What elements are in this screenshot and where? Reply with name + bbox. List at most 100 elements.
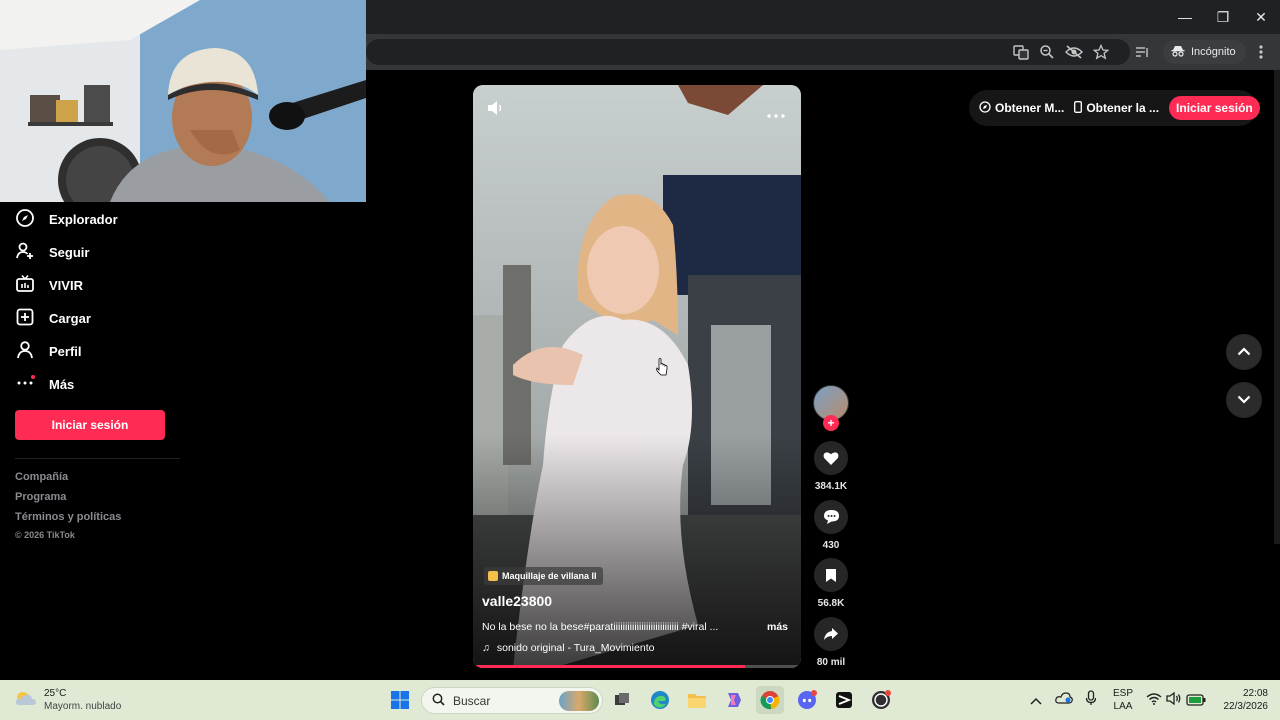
comment-icon[interactable]: [814, 500, 848, 534]
edge-icon[interactable]: [646, 686, 674, 714]
video-sound[interactable]: ♫ sonido original - Tura_Movimiento: [482, 642, 654, 654]
like-action[interactable]: 384.1K: [813, 441, 849, 492]
footer-link-company[interactable]: Compañía: [15, 471, 68, 483]
taskbar-search[interactable]: Buscar: [421, 687, 603, 714]
next-video-button[interactable]: [1226, 382, 1262, 418]
video-progress-track[interactable]: [473, 665, 801, 668]
sidebar-item-label: Más: [49, 377, 75, 392]
chrome-icon[interactable]: [756, 686, 784, 714]
battery-icon[interactable]: [1186, 693, 1206, 711]
get-mobile-button[interactable]: Obtener la ...: [1074, 100, 1160, 116]
copilot-icon[interactable]: [720, 686, 748, 714]
translate-icon[interactable]: [1010, 41, 1032, 63]
sidebar-item-cargar[interactable]: Cargar: [15, 307, 91, 330]
video-more-icon[interactable]: [767, 105, 785, 123]
footer-link-program[interactable]: Programa: [15, 491, 66, 503]
get-mobile-label: Obtener la ...: [1086, 101, 1160, 115]
close-window-icon[interactable]: ✕: [1242, 0, 1280, 34]
bookmark-icon[interactable]: [814, 558, 848, 592]
footer-link-terms[interactable]: Términos y políticas: [15, 511, 121, 523]
incognito-indicator[interactable]: Incógnito: [1163, 40, 1246, 64]
live-tv-icon: [15, 274, 35, 297]
heart-icon[interactable]: [814, 441, 848, 475]
restore-icon[interactable]: ❐: [1204, 0, 1242, 34]
mouse-cursor-icon: [656, 358, 668, 381]
microphone-icon[interactable]: [1085, 690, 1097, 711]
follow-user-icon: [15, 241, 35, 264]
wifi-icon[interactable]: [1146, 692, 1162, 710]
video-username[interactable]: valle23800: [482, 593, 552, 609]
sidebar-item-mas[interactable]: Más: [15, 373, 74, 396]
profile-icon: [15, 340, 35, 363]
sidebar-divider: [15, 458, 180, 459]
effect-icon: [488, 571, 498, 581]
music-note-icon: ♫: [482, 642, 490, 654]
compass-icon: [15, 208, 35, 231]
file-explorer-icon[interactable]: [683, 686, 711, 714]
incognito-icon: [1171, 45, 1185, 60]
task-view-icon[interactable]: [608, 686, 636, 714]
get-app-label: Obtener M...: [995, 101, 1065, 115]
minimize-icon[interactable]: —: [1166, 0, 1204, 34]
weather-desc: Mayorm. nublado: [44, 701, 122, 712]
caption-more-link[interactable]: más: [767, 621, 788, 633]
volume-icon[interactable]: [487, 100, 505, 121]
share-count: 80 mil: [816, 657, 846, 668]
cloud-icon: [14, 689, 38, 712]
previous-video-button[interactable]: [1226, 334, 1262, 370]
share-action[interactable]: 80 mil: [813, 617, 849, 668]
weather-temp: 25°C: [44, 688, 67, 699]
get-app-button[interactable]: Obtener M...: [979, 100, 1065, 116]
language-indicator[interactable]: ESP LAA: [1107, 687, 1139, 713]
top-action-bar: Obtener M... Obtener la ... Iniciar sesi…: [969, 90, 1260, 126]
search-icon: [432, 693, 445, 709]
like-count: 384.1K: [814, 481, 848, 492]
topbar-signin-button[interactable]: Iniciar sesión: [1169, 96, 1260, 120]
save-action[interactable]: 56.8K: [813, 558, 849, 609]
sidebar-item-label: Cargar: [49, 311, 91, 326]
sidebar-item-vivir[interactable]: VIVIR: [15, 274, 83, 297]
bookmark-star-icon[interactable]: [1090, 41, 1112, 63]
sidebar-item-label: Perfil: [49, 344, 82, 359]
creator-avatar[interactable]: +: [813, 385, 849, 431]
speaker-icon[interactable]: [1166, 691, 1182, 710]
share-arrow-icon[interactable]: [814, 617, 848, 651]
sidebar-item-seguir[interactable]: Seguir: [15, 241, 89, 264]
windows-start-icon[interactable]: [386, 686, 414, 714]
capcut-icon[interactable]: [830, 686, 858, 714]
eye-off-icon[interactable]: [1063, 41, 1085, 63]
webcam-overlay: [0, 0, 366, 202]
sidebar-item-label: VIVIR: [49, 278, 83, 293]
page-scrollbar[interactable]: [1274, 70, 1280, 544]
save-count: 56.8K: [817, 598, 845, 609]
language-code: ESP: [1112, 688, 1133, 699]
obs-icon[interactable]: [867, 686, 895, 714]
follow-plus-icon[interactable]: +: [823, 415, 839, 431]
effect-tag[interactable]: Maquillaje de villana II: [484, 567, 603, 585]
system-clock[interactable]: 22:08 22/3/2026: [1212, 687, 1269, 713]
onedrive-icon[interactable]: [1055, 691, 1073, 710]
phone-icon: [1074, 100, 1083, 116]
sidebar-item-label: Explorador: [49, 212, 118, 227]
comment-action[interactable]: 430: [813, 500, 849, 551]
sidebar-login-button[interactable]: Iniciar sesión: [15, 410, 165, 440]
effect-label: Maquillaje de villana II: [502, 571, 597, 581]
chevron-up-icon: [1237, 343, 1251, 361]
clock-date: 22/3/2026: [1223, 701, 1269, 712]
sidebar-item-explorador[interactable]: Explorador: [15, 208, 118, 231]
sidebar-item-label: Seguir: [49, 245, 90, 260]
browser-menu-icon[interactable]: [1250, 41, 1272, 63]
reading-list-icon[interactable]: [1131, 41, 1153, 63]
more-dots-icon: [15, 373, 35, 396]
incognito-label: Incógnito: [1191, 46, 1236, 58]
discord-icon[interactable]: [793, 686, 821, 714]
zoom-icon[interactable]: [1036, 41, 1058, 63]
video-player[interactable]: Maquillaje de villana II valle23800 No l…: [473, 85, 801, 668]
weather-widget[interactable]: 25°C Mayorm. nublado: [14, 687, 121, 713]
video-caption: No la bese no la bese#paratiiiiiiiiiiiii…: [482, 621, 719, 633]
keyboard-layout: LAA: [1113, 701, 1133, 712]
sound-label: sonido original - Tura_Movimiento: [496, 642, 655, 654]
video-progress-fill: [473, 665, 746, 668]
sidebar-item-perfil[interactable]: Perfil: [15, 340, 82, 363]
chevron-up-tray-icon[interactable]: [1030, 692, 1042, 710]
